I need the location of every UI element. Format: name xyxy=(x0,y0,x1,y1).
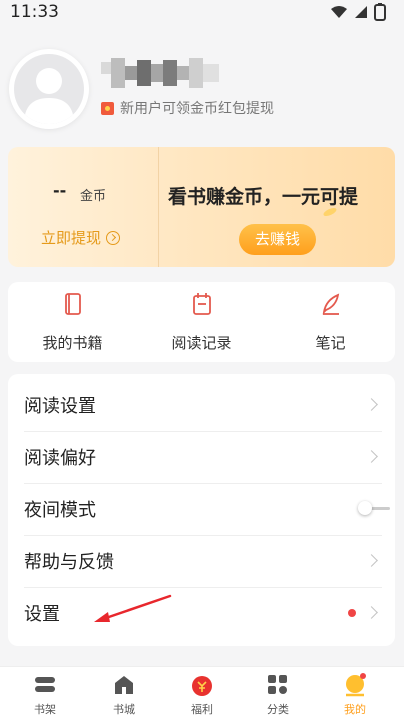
username-blurred xyxy=(101,58,219,88)
menu-item-label: 阅读偏好 xyxy=(24,448,96,469)
withdraw-label: 立即提现 xyxy=(41,229,102,247)
night-mode-toggle[interactable] xyxy=(358,499,390,519)
quick-link-label: 阅读记录 xyxy=(171,334,232,352)
nav-item-welfare[interactable]: 福利 xyxy=(162,673,242,721)
nav-item-category[interactable]: 分类 xyxy=(238,673,318,721)
profile-header: 新用户可领金币红包提现 xyxy=(0,40,404,140)
settings-menu: 阅读设置 阅读偏好 夜间模式 帮助与反馈 设置 xyxy=(8,374,395,646)
nav-label: 福利 xyxy=(191,703,213,716)
pen-icon xyxy=(322,293,339,315)
history-icon xyxy=(192,293,211,315)
notification-dot xyxy=(348,609,356,617)
menu-item-label: 阅读设置 xyxy=(24,396,96,417)
nav-item-bookshelf[interactable]: 书架 xyxy=(5,673,85,721)
status-time: 11:33 xyxy=(10,2,59,22)
nav-item-mine[interactable]: 我的 xyxy=(315,673,395,721)
wifi-icon xyxy=(331,6,347,18)
quick-links-card: 我的书籍 阅读记录 笔记 xyxy=(8,282,395,362)
quick-link-label: 我的书籍 xyxy=(42,334,103,352)
menu-item-settings[interactable]: 设置 xyxy=(24,588,382,640)
avatar[interactable] xyxy=(14,54,84,124)
chevron-right-icon xyxy=(365,450,378,463)
toggle-knob xyxy=(358,501,372,515)
chevron-right-icon xyxy=(365,606,378,619)
chevron-right-icon xyxy=(365,554,378,567)
default-avatar-icon xyxy=(24,68,74,124)
signal-icon xyxy=(355,6,367,18)
coin-card: -- 金币 立即提现 看书赚金币，一元可提 去赚钱 xyxy=(8,147,395,267)
store-icon xyxy=(115,676,133,694)
quick-link-my-books[interactable]: 我的书籍 xyxy=(8,292,137,356)
status-icons xyxy=(330,3,386,21)
annotation-arrow xyxy=(94,594,172,622)
category-icon xyxy=(268,675,287,694)
menu-item-reading-preferences[interactable]: 阅读偏好 xyxy=(24,432,382,484)
chevron-right-icon xyxy=(365,398,378,411)
red-packet-icon xyxy=(101,101,114,115)
earn-money-button[interactable]: 去赚钱 xyxy=(239,224,316,255)
battery-icon xyxy=(374,3,386,21)
menu-item-help-feedback[interactable]: 帮助与反馈 xyxy=(24,536,382,588)
nav-item-store[interactable]: 书城 xyxy=(84,673,164,721)
coin-unit: 金币 xyxy=(80,189,107,204)
menu-item-label: 设置 xyxy=(24,604,60,625)
bookshelf-icon xyxy=(35,677,55,692)
new-user-tip[interactable]: 新用户可领金币红包提现 xyxy=(101,98,274,118)
coin-value: -- xyxy=(53,181,67,200)
bottom-nav: 书架 书城 福利 分类 我的 xyxy=(0,666,404,722)
profile-icon xyxy=(346,673,366,697)
menu-item-label: 帮助与反馈 xyxy=(24,552,114,573)
menu-item-label: 夜间模式 xyxy=(24,500,96,521)
quick-link-notes[interactable]: 笔记 xyxy=(266,292,395,356)
nav-label: 书城 xyxy=(113,703,135,716)
quick-link-reading-history[interactable]: 阅读记录 xyxy=(137,292,266,356)
promo-title: 看书赚金币，一元可提 xyxy=(168,186,359,208)
new-user-tip-text: 新用户可领金币红包提现 xyxy=(120,101,274,117)
withdraw-link[interactable]: 立即提现 xyxy=(41,227,121,248)
quick-link-label: 笔记 xyxy=(315,334,346,352)
nav-label: 分类 xyxy=(267,703,289,716)
nav-label: 书架 xyxy=(34,703,56,716)
coin-card-divider xyxy=(158,147,159,267)
gift-icon xyxy=(192,676,212,696)
menu-item-night-mode: 夜间模式 xyxy=(24,484,390,536)
arrow-circle-icon xyxy=(106,230,121,245)
status-bar: 11:33 xyxy=(0,0,404,26)
book-icon xyxy=(64,293,81,315)
menu-item-reading-settings[interactable]: 阅读设置 xyxy=(24,380,382,432)
nav-label: 我的 xyxy=(344,703,366,716)
